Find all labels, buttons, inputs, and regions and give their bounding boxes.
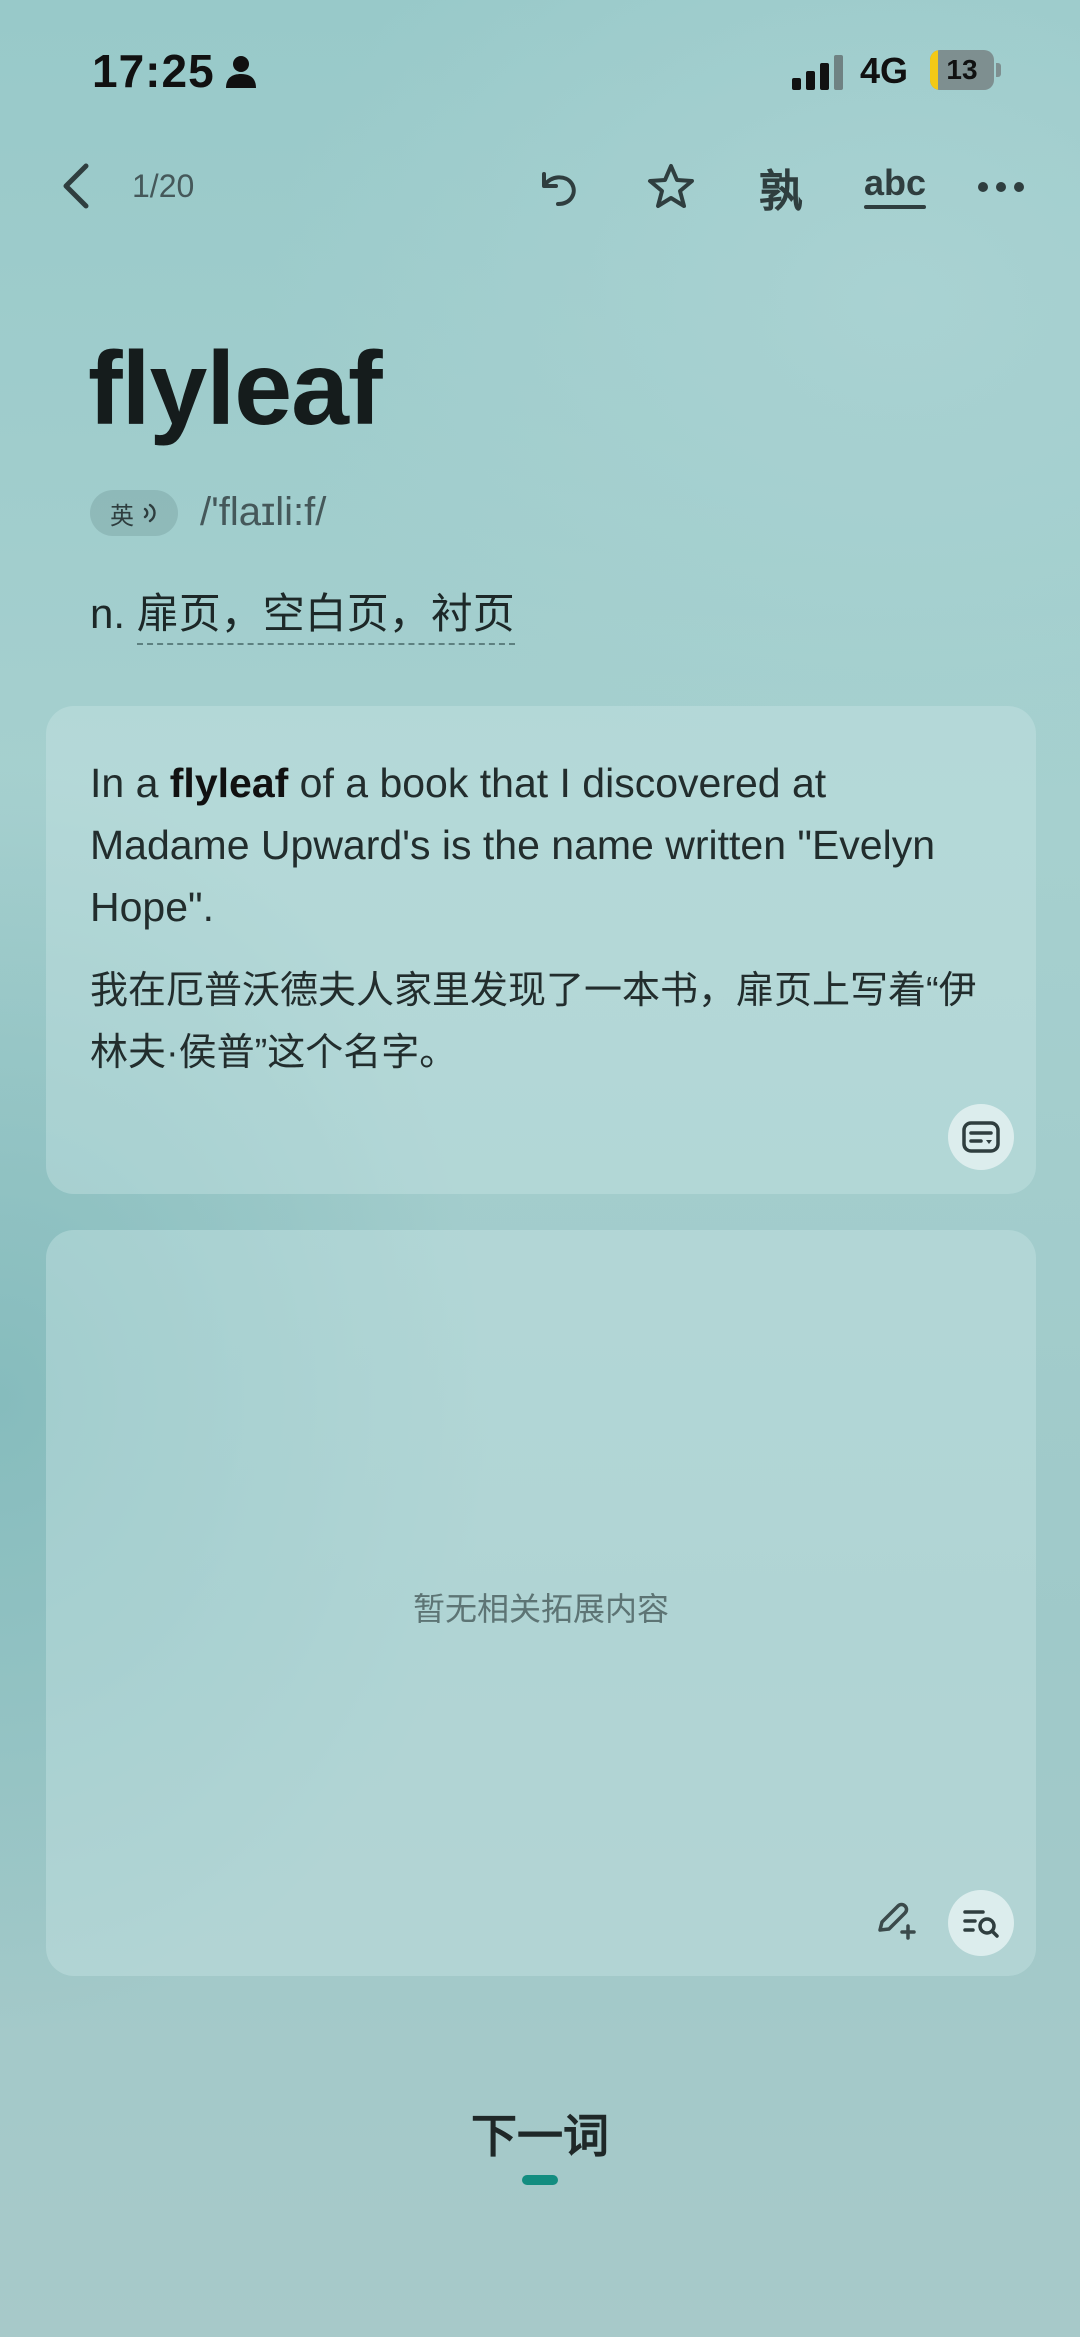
person-icon <box>226 56 256 88</box>
pen-add-icon <box>878 1902 916 1940</box>
search-extension-button[interactable] <box>948 1890 1014 1956</box>
list-search-icon <box>963 1910 999 1938</box>
spell-label: abc <box>863 162 927 203</box>
example-sentence-zh: 我在厄普沃德夫人家里发现了一本书，扉页上写着“伊林夫·侯普”这个名字。 <box>90 970 977 1074</box>
part-of-speech: n. <box>90 590 126 637</box>
add-note-button[interactable] <box>866 1890 922 1946</box>
status-time: 17:25 <box>92 45 215 97</box>
familiar-button[interactable]: 孰 <box>752 158 810 216</box>
definition-meaning[interactable]: 扉页，空白页，衬页 <box>136 590 515 645</box>
signal-icon <box>792 55 843 90</box>
example-sentence-en: In a flyleaf of a book that I discovered… <box>90 760 936 930</box>
star-icon[interactable] <box>642 158 700 216</box>
phonetic: /'flaɪli:f/ <box>200 490 327 534</box>
next-word-button[interactable]: 下一词 <box>0 2100 1080 2166</box>
subtitle-icon <box>962 1121 1000 1153</box>
back-icon[interactable] <box>58 160 94 212</box>
page-counter: 1/20 <box>132 168 195 204</box>
network-label: 4G <box>860 50 909 91</box>
pronounce-button[interactable]: 英 <box>90 490 178 536</box>
battery-level: 13 <box>946 54 978 85</box>
definition: n. 扉页，空白页，衬页 <box>90 580 515 645</box>
more-icon[interactable] <box>972 158 1030 216</box>
empty-extension-text: 暂无相关拓展内容 <box>412 1591 669 1627</box>
next-word-indicator <box>522 2175 558 2185</box>
example-keyword: flyleaf <box>169 760 289 806</box>
battery-icon: 13 <box>930 50 1002 90</box>
accent-label: 英 <box>110 502 134 530</box>
spell-button[interactable]: abc <box>855 158 935 216</box>
speaker-icon <box>143 503 156 523</box>
undo-icon[interactable] <box>530 158 588 216</box>
headword: flyleaf <box>88 331 383 447</box>
subtitle-toggle-button[interactable] <box>948 1104 1014 1170</box>
